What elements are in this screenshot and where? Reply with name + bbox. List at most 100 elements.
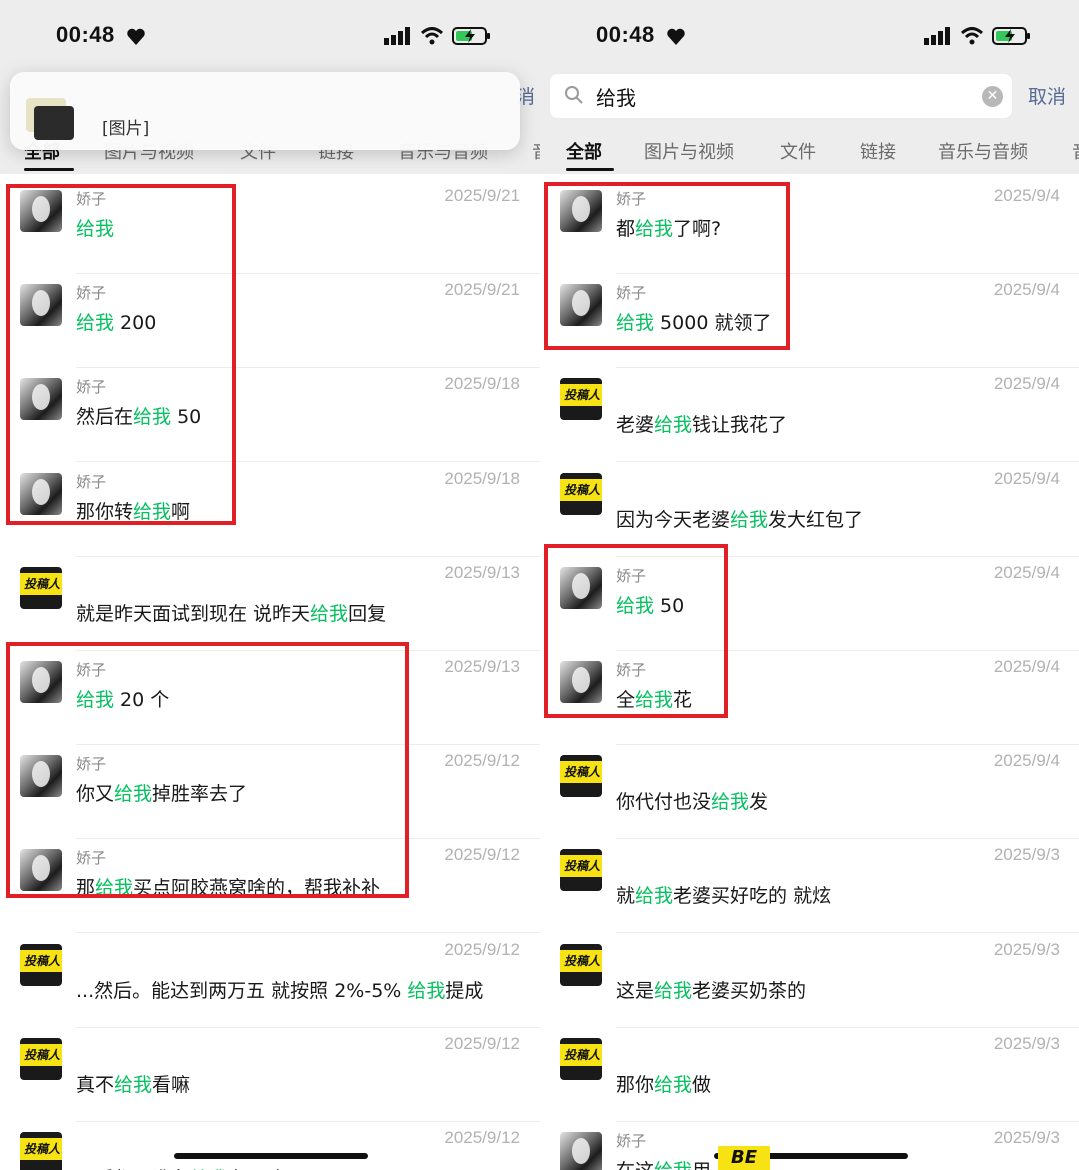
status-time: 00:48 bbox=[56, 22, 115, 47]
search-result-row[interactable]: 投稿人以后都不准备给我有了嘛 2025/9/12 bbox=[0, 1122, 540, 1170]
search-result-row[interactable]: 娇子 给我 20 个 2025/9/13 bbox=[0, 651, 540, 745]
search-result-row[interactable]: 投稿人 那你给我做 2025/9/3 bbox=[540, 1028, 1079, 1122]
message-fragment: 20 个 bbox=[114, 689, 170, 711]
search-result-row[interactable]: 投稿人 老婆给我钱让我花了 2025/9/4 bbox=[540, 368, 1079, 463]
message-text: 真不给我看嘛 bbox=[76, 1070, 190, 1097]
message-text: 就是昨天面试到现在 说昨天给我回复 bbox=[76, 599, 386, 626]
search-result-row[interactable]: 投稿人 ...然后。能达到两万五 就按照 2%-5% 给我提成 2025/9/12 bbox=[0, 934, 540, 1028]
search-input[interactable]: 给我 ✕ bbox=[550, 74, 1012, 118]
sender-name: 娇子 bbox=[616, 661, 647, 679]
message-fragment: 都 bbox=[616, 218, 636, 240]
left-screenshot: 00:48 消 全部 图片与视频 文件 链接 音乐与音频 音 [图片] 娇子给我… bbox=[0, 0, 540, 1170]
message-fragment: 了啊? bbox=[673, 218, 722, 240]
message-fragment: 你又 bbox=[76, 783, 115, 806]
search-result-row[interactable]: 投稿人 你代付也没给我发 2025/9/4 bbox=[540, 745, 1079, 840]
avatar bbox=[560, 190, 602, 232]
tab-more[interactable]: 音 bbox=[1072, 138, 1079, 164]
avatar bbox=[20, 661, 62, 703]
tab-links[interactable]: 链接 bbox=[860, 138, 896, 164]
message-fragment: 这是 bbox=[616, 979, 655, 1002]
search-result-row[interactable]: 娇子 给我 50 2025/9/4 bbox=[540, 557, 1079, 651]
tab-files[interactable]: 文件 bbox=[780, 138, 816, 164]
message-text: 以后都不准备给我有了嘛 bbox=[76, 1164, 285, 1170]
home-indicator bbox=[174, 1153, 368, 1159]
keyword-highlight: 给我 bbox=[133, 406, 172, 429]
clear-icon[interactable]: ✕ bbox=[982, 86, 1003, 107]
message-date: 2025/9/3 bbox=[993, 1033, 1060, 1053]
message-fragment: 看嘛 bbox=[152, 1073, 191, 1096]
sender-name: 娇子 bbox=[76, 472, 107, 491]
message-fragment: 发大红包了 bbox=[768, 508, 864, 531]
status-icons bbox=[384, 26, 492, 46]
sender-name: 娇子 bbox=[76, 755, 107, 774]
search-result-row[interactable]: 投稿人 就是昨天面试到现在 说昨天给我回复 2025/9/13 bbox=[0, 557, 540, 651]
search-query: 给我 bbox=[596, 86, 636, 110]
message-fragment: 花 bbox=[673, 689, 693, 711]
message-fragment: 在这 bbox=[616, 1160, 654, 1170]
avatar bbox=[20, 378, 62, 421]
sender-name: 娇子 bbox=[76, 190, 107, 208]
search-result-row[interactable]: 娇子 你又给我掉胜率去了 2025/9/12 bbox=[0, 745, 540, 840]
tab-media[interactable]: 图片与视频 bbox=[644, 138, 734, 164]
search-result-row[interactable]: 投稿人 就给我老婆买好吃的 就炫 2025/9/3 bbox=[540, 839, 1079, 934]
message-text: 你代付也没给我发 bbox=[616, 787, 768, 814]
avatar: 投稿人 bbox=[560, 472, 602, 515]
message-text: 那你转给我啊 bbox=[76, 497, 190, 524]
category-tabs: 全部 图片与视频 文件 链接 音乐与音频 音 bbox=[540, 130, 1079, 174]
search-result-row[interactable]: 投稿人 这是给我老婆买奶茶的 2025/9/3 bbox=[540, 934, 1079, 1028]
message-fragment: 5000 就领了 bbox=[654, 312, 772, 335]
search-result-row[interactable]: 娇子 全给我花 2025/9/4 bbox=[540, 651, 1079, 745]
avatar bbox=[20, 190, 62, 232]
active-tab-indicator bbox=[24, 168, 74, 171]
avatar: 投稿人 bbox=[560, 1037, 602, 1080]
message-fragment: 就 bbox=[616, 885, 636, 908]
search-result-row[interactable]: 投稿人 因为今天老婆给我发大红包了 2025/9/4 bbox=[540, 463, 1079, 557]
message-fragment: 200 bbox=[114, 312, 157, 335]
search-result-row[interactable]: 娇子 那你转给我啊 2025/9/18 bbox=[0, 463, 540, 557]
message-date: 2025/9/12 bbox=[444, 1128, 520, 1147]
contributor-badge: 投稿人 bbox=[20, 572, 62, 595]
cancel-button[interactable]: 取消 bbox=[1028, 82, 1066, 109]
search-result-row[interactable]: 娇子 都给我了啊? 2025/9/4 bbox=[540, 180, 1079, 274]
search-result-row[interactable]: 娇子 那给我买点阿胶燕窝啥的，帮我补补 2025/9/12 bbox=[0, 839, 540, 934]
keyword-highlight: 给我 bbox=[711, 791, 750, 814]
message-text: 全给我花 bbox=[616, 685, 692, 712]
search-result-row[interactable]: 娇子在这给我用上 2025/9/3 bbox=[540, 1122, 1079, 1170]
keyword-highlight: 给我 bbox=[654, 1073, 693, 1096]
avatar bbox=[20, 472, 62, 515]
tab-audio[interactable]: 音乐与音频 bbox=[938, 138, 1028, 164]
search-result-row[interactable]: 娇子 给我 200 2025/9/21 bbox=[0, 274, 540, 369]
search-result-row[interactable]: 娇子 然后在给我 50 2025/9/18 bbox=[0, 368, 540, 463]
avatar: 投稿人 bbox=[20, 1132, 62, 1170]
search-result-row[interactable]: 投稿人 真不给我看嘛 2025/9/12 bbox=[0, 1028, 540, 1122]
status-icons bbox=[924, 26, 1032, 46]
message-date: 2025/9/12 bbox=[444, 1033, 520, 1053]
search-result-row[interactable]: 娇子 给我 2025/9/21 bbox=[0, 180, 540, 274]
contributor-badge: 投稿人 bbox=[20, 1043, 62, 1066]
avatar: 投稿人 bbox=[20, 566, 62, 609]
contributor-badge: 投稿人 bbox=[560, 384, 602, 407]
message-text: 给我 200 bbox=[76, 308, 156, 335]
tab-all[interactable]: 全部 bbox=[566, 138, 602, 164]
message-text: 这是给我老婆买奶茶的 bbox=[616, 976, 806, 1003]
message-text: 你又给我掉胜率去了 bbox=[76, 779, 247, 806]
message-text: ...然后。能达到两万五 就按照 2%-5% 给我提成 bbox=[76, 976, 483, 1003]
message-date: 2025/9/12 bbox=[444, 845, 520, 865]
notification-banner[interactable]: [图片] bbox=[10, 72, 520, 150]
tab-more[interactable]: 音 bbox=[532, 138, 540, 164]
keyword-highlight: 给我 bbox=[310, 602, 349, 625]
avatar bbox=[20, 755, 62, 798]
status-time: 00:48 bbox=[596, 22, 655, 47]
keyword-highlight: 给我 bbox=[616, 312, 655, 335]
contributor-badge: 投稿人 bbox=[560, 761, 602, 784]
search-result-row[interactable]: 娇子 给我 5000 就领了 2025/9/4 bbox=[540, 274, 1079, 369]
message-fragment: 那 bbox=[76, 877, 96, 900]
message-fragment: 做 bbox=[692, 1073, 712, 1096]
contributor-badge: 投稿人 bbox=[560, 1043, 602, 1066]
message-fragment: 然后在 bbox=[76, 406, 134, 429]
message-fragment: 钱让我花了 bbox=[692, 414, 788, 437]
message-text: 给我 5000 就领了 bbox=[616, 308, 771, 335]
sender-name: 娇子 bbox=[616, 284, 647, 303]
search-header: 00:48 给我 ✕ 取消 全部 图片与视频 文件 链接 音乐与音频 音 bbox=[540, 0, 1079, 174]
message-fragment: 啊 bbox=[171, 500, 191, 523]
